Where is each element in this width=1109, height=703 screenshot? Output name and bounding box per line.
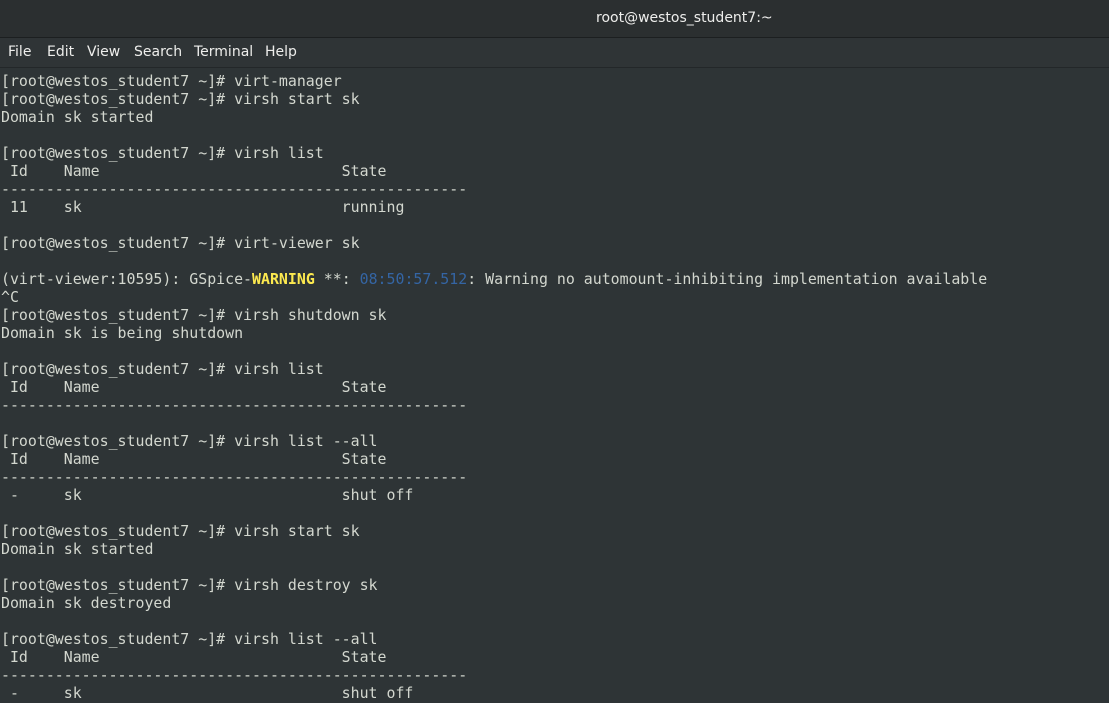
terminal-line: (virt-viewer:10595): GSpice-WARNING **: … [1, 270, 987, 288]
terminal-line: [root@westos_student7 ~]# virsh start sk [1, 90, 360, 108]
terminal-line: [root@westos_student7 ~]# virsh destroy … [1, 576, 378, 594]
menu-view[interactable]: View [87, 44, 120, 60]
terminal-line: Domain sk started [1, 108, 154, 126]
terminal-line: Id Name State [1, 378, 387, 396]
menu-help[interactable]: Help [265, 44, 297, 60]
window-title: root@westos_student7:~ [596, 10, 773, 26]
terminal-line: ----------------------------------------… [1, 396, 468, 414]
terminal-line: [root@westos_student7 ~]# virsh list --a… [1, 432, 378, 450]
terminal-line: Id Name State [1, 450, 387, 468]
line-text: : Warning no automount-inhibiting implem… [467, 270, 988, 288]
terminal-line: ^C [1, 288, 19, 306]
terminal-line: ----------------------------------------… [1, 180, 468, 198]
terminal-line: [root@westos_student7 ~]# virt-manager [1, 72, 342, 90]
terminal-output-area[interactable]: [root@westos_student7 ~]# virt-manager [r… [0, 68, 1109, 703]
terminal-line: ----------------------------------------… [1, 468, 468, 486]
menu-file[interactable]: File [8, 44, 31, 60]
timestamp: 08:50:57.512 [359, 270, 468, 288]
terminal-line: Id Name State [1, 162, 387, 180]
terminal-line: [root@westos_student7 ~]# virsh list [1, 360, 324, 378]
terminal-window: root@westos_student7:~ File Edit View Se… [0, 0, 1109, 703]
terminal-line: - sk shut off [1, 684, 414, 702]
terminal-line: [root@westos_student7 ~]# virsh list [1, 144, 324, 162]
line-text: **: [314, 270, 360, 288]
menu-edit[interactable]: Edit [47, 44, 74, 60]
terminal-line: [root@westos_student7 ~]# virt-viewer sk [1, 234, 360, 252]
terminal-line: 11 sk running [1, 198, 405, 216]
warning-label: WARNING [252, 270, 315, 288]
menu-terminal[interactable]: Terminal [194, 44, 253, 60]
line-text: (virt-viewer:10595): GSpice- [1, 270, 253, 288]
terminal-line: - sk shut off [1, 486, 414, 504]
terminal-line: Id Name State [1, 648, 387, 666]
terminal-line: Domain sk started [1, 540, 154, 558]
menu-bar: File Edit View Search Terminal Help [0, 38, 1109, 68]
terminal-line: [root@westos_student7 ~]# virsh shutdown… [1, 306, 387, 324]
menu-search[interactable]: Search [134, 44, 182, 60]
terminal-lines: [root@westos_student7 ~]# virt-manager [r… [1, 72, 987, 702]
title-bar[interactable]: root@westos_student7:~ [0, 0, 1109, 38]
terminal-line: ----------------------------------------… [1, 666, 468, 684]
terminal-line: [root@westos_student7 ~]# virsh start sk [1, 522, 360, 540]
terminal-line: Domain sk is being shutdown [1, 324, 244, 342]
terminal-line: [root@westos_student7 ~]# virsh list --a… [1, 630, 378, 648]
terminal-line: Domain sk destroyed [1, 594, 172, 612]
